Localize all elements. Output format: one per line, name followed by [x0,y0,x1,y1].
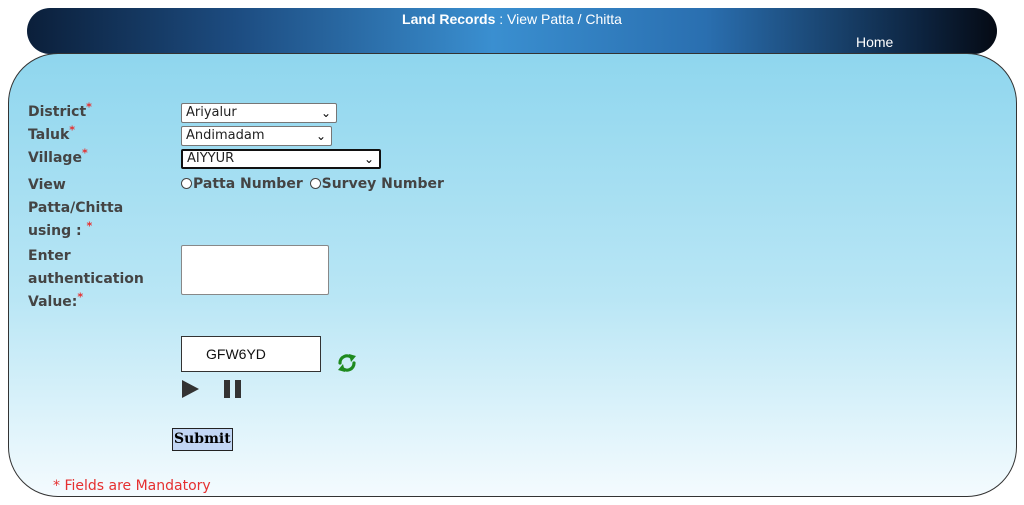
district-label: District* [28,101,92,124]
home-link[interactable]: Home [856,34,893,50]
required-mark: * [69,123,76,137]
required-mark: * [77,290,84,304]
taluk-label-text: Taluk [28,127,70,143]
taluk-label: Taluk* [28,124,75,147]
auth-label-line3: Value: [28,294,78,310]
view-using-radio-group: Patta Number Survey Number [181,176,444,192]
patta-number-radio[interactable] [181,178,192,189]
patta-number-radio-label[interactable]: Patta Number [193,176,303,192]
survey-number-radio-label[interactable]: Survey Number [322,176,444,192]
page-title: Land Records : View Patta / Chitta [27,11,997,27]
view-using-label-line2: Patta/Chitta [28,200,124,216]
chevron-down-icon: ⌄ [315,129,326,143]
required-mark: * [86,100,92,114]
submit-button[interactable]: Submit [172,428,233,451]
required-mark: * [81,146,88,160]
view-using-label-line3: using : [28,223,82,239]
view-using-label-line1: View [28,177,66,193]
required-mark: * [86,219,93,233]
village-label-text: Village [28,150,82,166]
page-title-rest: : View Patta / Chitta [495,11,622,27]
pause-icon[interactable] [224,379,242,399]
form-panel [8,53,1017,497]
header-bar: Land Records : View Patta / Chitta Home [27,8,997,54]
chevron-down-icon: ⌄ [363,152,374,166]
mandatory-note: * Fields are Mandatory [53,478,211,494]
auth-label: Enter authentication Value:* [28,245,144,314]
village-label: Village* [28,147,88,170]
survey-number-radio[interactable] [309,178,321,189]
captcha-image: GFW6YD [181,336,321,372]
auth-value-field[interactable] [181,245,329,295]
view-using-label: View Patta/Chitta using : * [28,174,123,243]
taluk-select-value: Andimadam [186,128,265,143]
chevron-down-icon: ⌄ [320,106,331,120]
district-select[interactable]: Ariyalur ⌄ [181,103,337,123]
district-label-text: District [28,104,87,120]
refresh-icon[interactable] [336,353,358,373]
taluk-select[interactable]: Andimadam ⌄ [181,126,332,146]
page-title-bold: Land Records [402,11,496,27]
district-select-value: Ariyalur [186,105,237,120]
village-select-value: AIYYUR [187,151,235,166]
play-icon[interactable] [182,379,200,399]
village-select[interactable]: AIYYUR ⌄ [181,149,381,169]
auth-label-line1: Enter [28,248,71,264]
auth-label-line2: authentication [28,271,144,287]
